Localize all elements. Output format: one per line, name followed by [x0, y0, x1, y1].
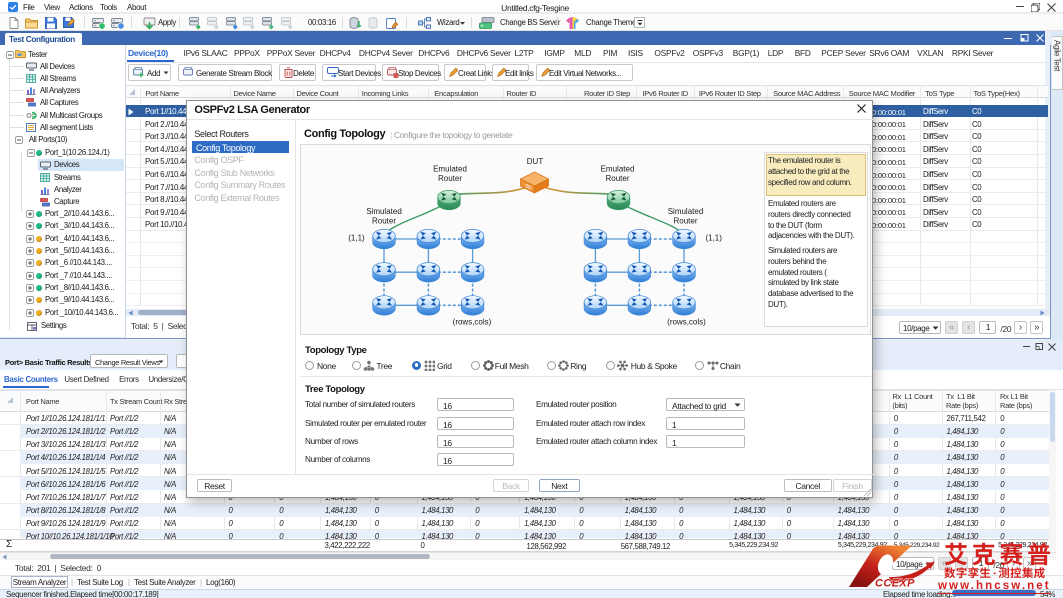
svg-text:Simulated: Simulated	[366, 207, 402, 216]
svg-text:Router: Router	[605, 174, 629, 183]
svg-text:(1,1): (1,1)	[705, 234, 722, 243]
svg-text:Simulated: Simulated	[668, 207, 704, 216]
svg-text:Router: Router	[673, 217, 697, 226]
svg-text:Router: Router	[372, 217, 396, 226]
svg-text:DUT: DUT	[527, 157, 544, 166]
svg-text:CCEXP: CCEXP	[875, 578, 915, 590]
svg-text:Router: Router	[438, 174, 462, 183]
svg-text:(rows,cols): (rows,cols)	[667, 318, 706, 327]
svg-text:(rows,cols): (rows,cols)	[453, 318, 492, 327]
svg-text:Emulated: Emulated	[601, 165, 635, 174]
svg-text:(1,1): (1,1)	[348, 234, 365, 243]
svg-text:Emulated: Emulated	[433, 165, 467, 174]
